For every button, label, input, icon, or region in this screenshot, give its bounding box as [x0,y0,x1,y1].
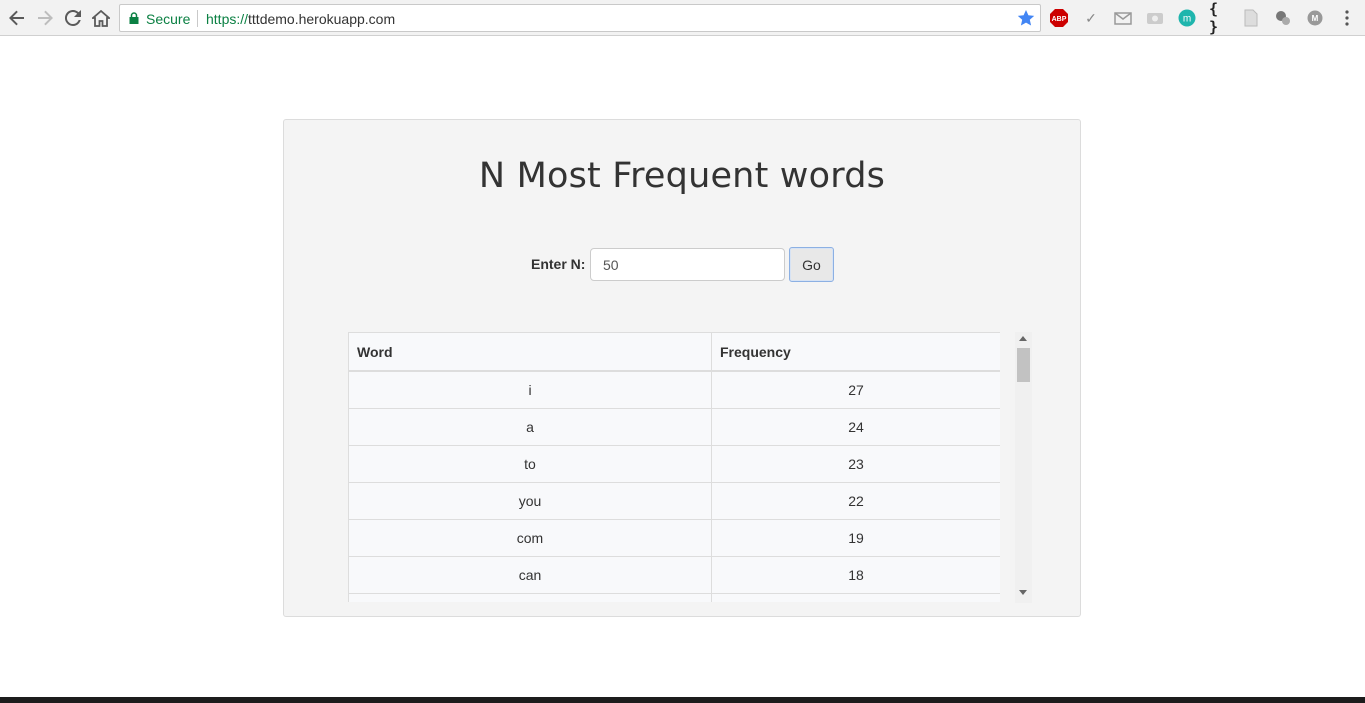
results-table: Word Frequency i 27 a 24 to 23 you 22 co… [348,332,1000,602]
scroll-down-arrow-icon[interactable] [1019,590,1027,595]
lock-icon [129,12,139,24]
word-cell: com [348,519,712,557]
camera-icon[interactable] [1145,8,1165,28]
word-cell: a [348,408,712,446]
word-cell: to [348,445,712,483]
omnibox-divider [197,10,198,27]
table-scrollbar[interactable] [1015,332,1032,603]
frequency-cell: 22 [711,482,1000,520]
word-cell: can [348,556,712,594]
mail-icon[interactable] [1113,8,1133,28]
results-table-container[interactable]: Word Frequency i 27 a 24 to 23 you 22 co… [348,332,1000,602]
table-header-row: Word Frequency [348,332,1000,372]
reload-icon [65,10,81,26]
profile-icon[interactable]: M [1305,8,1325,28]
enter-n-label: Enter N: [531,256,586,272]
home-icon [92,9,110,27]
reload-button[interactable] [61,6,85,30]
word-cell: i [348,370,712,409]
os-taskbar [0,697,1365,703]
table-row: com 19 [348,519,1000,557]
browser-toolbar: Secure https://tttdemo.herokuapp.com ABP… [0,0,1365,36]
m-label: m [1183,14,1191,25]
header-word: Word [348,332,712,372]
address-bar[interactable]: Secure https://tttdemo.herokuapp.com [119,4,1041,32]
forward-arrow-icon [38,10,53,26]
back-button[interactable] [5,6,29,30]
main-panel: N Most Frequent words Enter N: Go Word F… [283,119,1081,617]
secure-label: Secure [146,11,191,27]
frequency-cell [711,593,1000,602]
table-row: can 18 [348,556,1000,594]
bookmark-star-icon[interactable] [1016,8,1036,28]
n-input[interactable] [590,248,785,281]
profile-label: M [1312,14,1319,23]
url-scheme: https:// [206,11,249,27]
frequency-cell: 24 [711,408,1000,446]
url-host: tttdemo.herokuapp.com [248,11,396,27]
table-row: a 24 [348,408,1000,446]
frequency-cell: 27 [711,370,1000,409]
table-row: i 27 [348,370,1000,409]
abp-label: ABP [1052,16,1067,23]
go-button[interactable]: Go [789,247,834,282]
back-arrow-icon [9,10,24,26]
pdf-icon[interactable] [1241,8,1261,28]
word-cell: you [348,482,712,520]
scrollbar-thumb[interactable] [1017,348,1030,382]
frequency-cell: 18 [711,556,1000,594]
forward-button[interactable] [33,6,57,30]
scroll-up-arrow-icon[interactable] [1019,336,1027,341]
m-extension-icon[interactable]: m [1177,8,1197,28]
menu-icon[interactable] [1337,8,1357,28]
table-row: to 23 [348,445,1000,483]
url-text[interactable]: https://tttdemo.herokuapp.com [206,11,395,27]
json-icon[interactable]: { } [1209,0,1229,36]
word-cell [348,593,712,602]
check-icon[interactable]: ✓ [1081,8,1101,28]
home-button[interactable] [89,6,113,30]
puzzle-icon[interactable] [1273,8,1293,28]
page-title: N Most Frequent words [478,156,886,196]
frequency-cell: 19 [711,519,1000,557]
frequency-cell: 23 [711,445,1000,483]
table-row [348,593,1000,602]
abp-icon[interactable]: ABP [1049,8,1069,28]
header-frequency: Frequency [711,332,1000,372]
table-row: you 22 [348,482,1000,520]
